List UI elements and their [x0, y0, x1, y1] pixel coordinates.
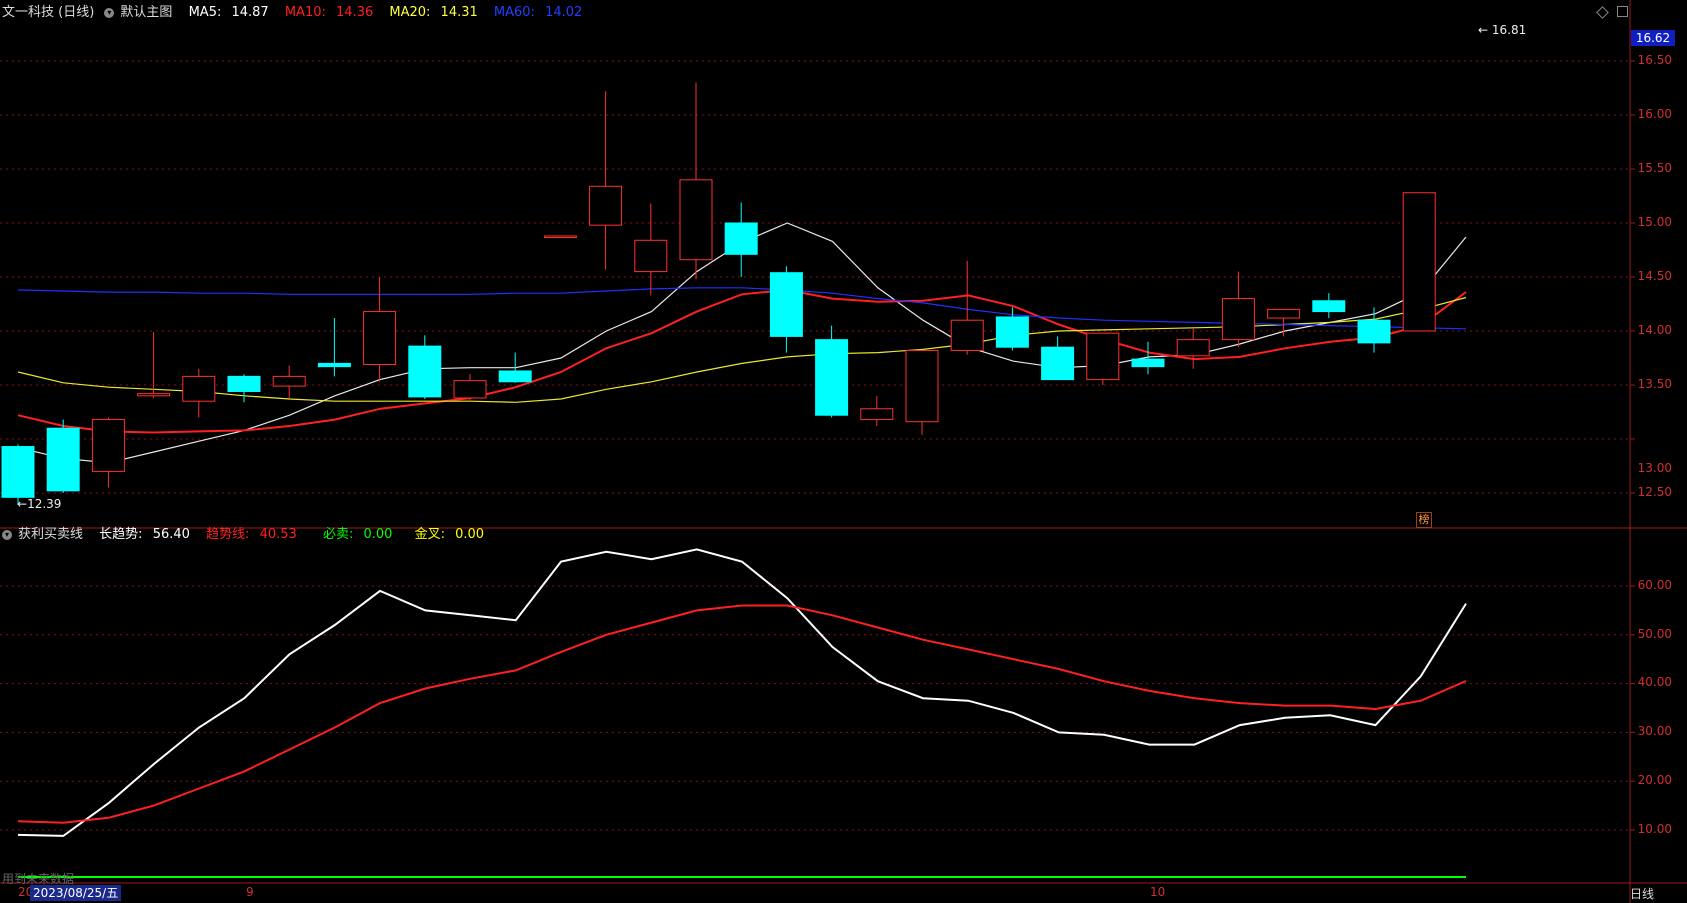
low-price-annotation: ←12.39 [17, 497, 62, 511]
candle-body [679, 179, 713, 261]
price-tick: 16.50 [1637, 53, 1672, 67]
candle-body [408, 345, 442, 398]
bang-badge[interactable]: 榜 [1416, 512, 1432, 528]
candle-body [1176, 339, 1210, 357]
candle-body [91, 419, 125, 472]
candle-body [1312, 300, 1346, 313]
candle-body [317, 362, 351, 368]
collapse-icon[interactable]: ▾ [2, 530, 12, 540]
price-tick: 12.50 [1637, 485, 1672, 499]
trend-line-label: 趋势线: [206, 527, 250, 542]
candle-body [272, 375, 306, 387]
candle-body [1221, 298, 1255, 341]
indicator-tick: 50.00 [1637, 627, 1672, 641]
candle-body [1402, 192, 1436, 332]
candle-body [137, 393, 171, 397]
candle-body [860, 408, 894, 421]
must-sell-value: 0.00 [363, 527, 393, 542]
indicator-tick: 60.00 [1637, 578, 1672, 592]
period-button[interactable]: 日线 [1630, 885, 1654, 902]
diamond-icon[interactable] [1596, 6, 1609, 19]
ma5-value: 14.87 [231, 5, 269, 20]
ma60-label: MA60: [493, 5, 535, 20]
candle-body [815, 339, 849, 416]
high-price-annotation: ← 16.81 [1478, 23, 1527, 37]
maximize-icon[interactable] [1616, 6, 1628, 17]
candle-body [498, 370, 532, 383]
x-axis-label: 10 [1150, 885, 1166, 899]
candle-body [724, 222, 758, 255]
x-axis-label: 9 [246, 885, 254, 899]
price-tick: 13.50 [1637, 377, 1672, 391]
price-tick: 13.00 [1637, 461, 1672, 475]
golden-cross-value: 0.00 [455, 527, 485, 542]
candle-body [905, 349, 939, 423]
ma20-value: 14.31 [440, 5, 478, 20]
golden-cross-label: 金叉: [414, 527, 445, 542]
ma-line-ma5 [17, 222, 1467, 464]
chart-canvas [0, 0, 1687, 903]
price-tick: 15.00 [1637, 215, 1672, 229]
main-chart-header: 文一科技 (日线) ▾ 默认主图 MA5: 14.87 MA10: 14.36 M… [2, 5, 594, 21]
candle-body [950, 319, 984, 351]
trend-line-value: 40.53 [259, 527, 297, 542]
ma5-label: MA5: [188, 5, 222, 20]
long-trend-value: 56.40 [152, 527, 190, 542]
indicator-name[interactable]: 获利买卖线 [18, 527, 83, 542]
current-price-badge: 16.62 [1631, 30, 1675, 46]
must-sell-label: 必卖: [322, 527, 354, 542]
candle-body [182, 375, 216, 402]
ma60-value: 14.02 [545, 5, 583, 20]
ma20-label: MA20: [389, 5, 431, 20]
low-price-label: 12.39 [27, 497, 62, 511]
indicator-tick: 30.00 [1637, 724, 1672, 738]
high-price-label: 16.81 [1491, 23, 1527, 37]
candle-body [46, 427, 80, 492]
candle-body [634, 239, 668, 273]
indicator-tick: 20.00 [1637, 773, 1672, 787]
candle-body [543, 235, 577, 238]
candle-body [1041, 346, 1075, 381]
candle-body [1, 446, 35, 498]
stock-name[interactable]: 文一科技 (日线) [2, 5, 94, 20]
price-tick: 15.50 [1637, 161, 1672, 175]
indicator-tick: 10.00 [1637, 822, 1672, 836]
main-chart-label[interactable]: 默认主图 [120, 5, 172, 20]
candle-body [1131, 358, 1165, 368]
candle-body [995, 316, 1029, 348]
candle-body [589, 185, 623, 226]
candle-body [769, 272, 803, 337]
price-tick: 14.00 [1637, 323, 1672, 337]
ma10-label: MA10: [284, 5, 326, 20]
ma10-value: 14.36 [336, 5, 374, 20]
toolbar-icons [1596, 6, 1628, 20]
cursor-date-tip: 2023/08/25/五 [30, 885, 122, 901]
candle-body [1357, 319, 1391, 344]
candle-body [227, 375, 261, 392]
indicator-line-trend-line [17, 604, 1467, 824]
indicator-header: ▾ 获利买卖线 长趋势: 56.40 趋势线: 40.53 必卖: 0.00 金叉… [2, 527, 496, 543]
candle-body [453, 380, 487, 399]
collapse-icon[interactable]: ▾ [104, 8, 115, 18]
indicator-tick: 40.00 [1637, 675, 1672, 689]
price-tick: 14.50 [1637, 269, 1672, 283]
price-tick: 16.00 [1637, 107, 1672, 121]
candle-body [1086, 332, 1120, 381]
indicator-line-long-trend [17, 548, 1467, 837]
candle-body [1267, 308, 1301, 319]
candle-body [363, 311, 397, 365]
long-trend-label: 长趋势: [99, 527, 143, 542]
